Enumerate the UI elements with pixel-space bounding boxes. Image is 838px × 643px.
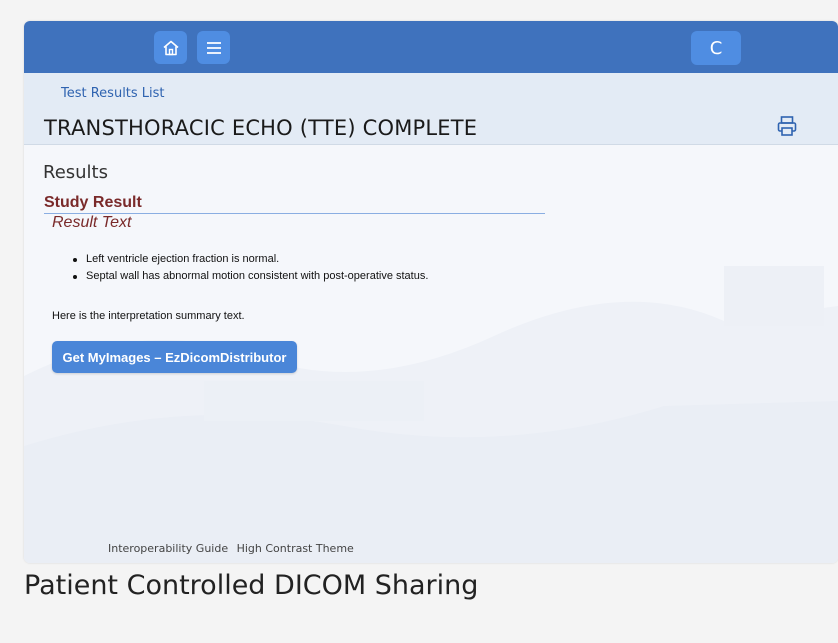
home-icon bbox=[162, 40, 179, 55]
top-navigation-bar: C bbox=[24, 21, 838, 73]
menu-button[interactable] bbox=[197, 31, 230, 64]
result-text-label: Result Text bbox=[52, 214, 132, 231]
interoperability-guide-link[interactable]: Interoperability Guide bbox=[108, 542, 228, 555]
avatar-initial: C bbox=[709, 37, 723, 59]
results-section-title: Results bbox=[43, 162, 108, 183]
user-avatar-button[interactable]: C bbox=[691, 31, 741, 65]
findings-list: Left ventricle ejection fraction is norm… bbox=[72, 253, 428, 287]
printer-icon bbox=[777, 116, 797, 136]
study-result-heading: Study Result bbox=[44, 194, 545, 214]
list-item: Septal wall has abnormal motion consiste… bbox=[72, 270, 428, 282]
get-myimages-button[interactable]: Get MyImages – EzDicomDistributor bbox=[52, 341, 297, 373]
high-contrast-theme-link[interactable]: High Contrast Theme bbox=[237, 542, 354, 555]
menu-icon bbox=[206, 41, 221, 54]
page-header: Test Results List TRANSTHORACIC ECHO (TT… bbox=[24, 73, 838, 145]
home-button[interactable] bbox=[154, 31, 187, 64]
breadcrumb-test-results-list[interactable]: Test Results List bbox=[61, 86, 165, 101]
page-title: TRANSTHORACIC ECHO (TTE) COMPLETE bbox=[44, 116, 478, 140]
list-item: Left ventricle ejection fraction is norm… bbox=[72, 253, 428, 265]
print-button[interactable] bbox=[775, 114, 799, 138]
interpretation-summary: Here is the interpretation summary text. bbox=[52, 310, 245, 322]
caption-text: Patient Controlled DICOM Sharing bbox=[24, 570, 479, 601]
footer-links: Interoperability Guide High Contrast The… bbox=[108, 542, 359, 555]
app-window: C Test Results List TRANSTHORACIC ECHO (… bbox=[24, 21, 838, 563]
